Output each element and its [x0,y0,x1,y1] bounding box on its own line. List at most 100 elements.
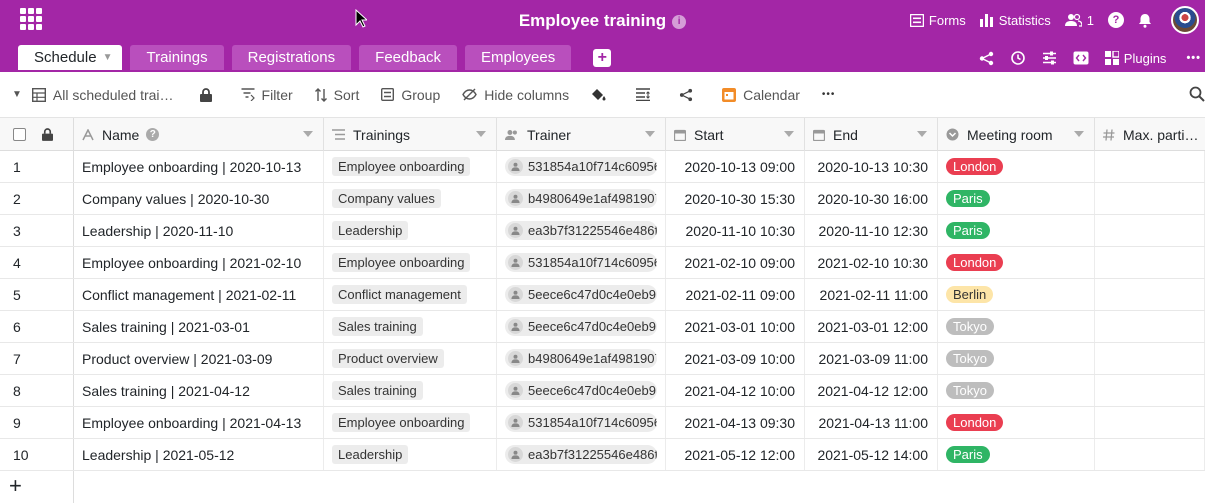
table-row[interactable]: 10 Leadership | 2021-05-12 Leadership ea3b7… [0,439,1205,471]
row-index[interactable]: 4 [0,247,74,278]
cell-meeting-room[interactable]: London [938,407,1095,438]
cell-meeting-room[interactable]: Paris [938,215,1095,246]
cell-trainer[interactable]: b4980649e1af4981907 [497,343,666,374]
column-header-end[interactable]: End [805,118,938,151]
cell-start[interactable]: 2021-03-01 10:00 [666,311,805,342]
view-collapse-icon[interactable]: ▼ [12,89,22,100]
collaborator-pill[interactable]: 531854a10f714c60956 [505,413,657,432]
cell-end[interactable]: 2021-02-11 11:00 [805,279,938,310]
cell-trainings[interactable]: Product overview [324,343,497,374]
table-row[interactable]: 1 Employee onboarding | 2020-10-13 Employe… [0,151,1205,183]
cell-trainings[interactable]: Employee onboarding [324,407,497,438]
table-row[interactable]: 7 Product overview | 2021-03-09 Product ov… [0,343,1205,375]
cell-max-participants[interactable] [1095,279,1205,310]
cell-end[interactable]: 2020-10-13 10:30 [805,151,938,182]
cell-name[interactable]: Sales training | 2021-03-01 [74,311,324,342]
cell-meeting-room[interactable]: Paris [938,439,1095,470]
cell-max-participants[interactable] [1095,311,1205,342]
cell-trainer[interactable]: 531854a10f714c60956 [497,151,666,182]
cell-max-participants[interactable] [1095,215,1205,246]
cell-trainer[interactable]: 5eece6c47d0c4e0eb9 [497,375,666,406]
share-icon[interactable] [979,51,994,66]
cell-meeting-room[interactable]: Berlin [938,279,1095,310]
cell-start[interactable]: 2021-03-09 10:00 [666,343,805,374]
collaborator-pill[interactable]: 5eece6c47d0c4e0eb9 [505,381,657,400]
cell-trainings[interactable]: Sales training [324,375,497,406]
table-row[interactable]: 4 Employee onboarding | 2021-02-10 Employe… [0,247,1205,279]
collaborator-pill[interactable]: 531854a10f714c60956 [505,253,657,272]
cell-max-participants[interactable] [1095,407,1205,438]
info-icon[interactable]: i [672,15,687,29]
hide-columns-button[interactable]: Hide columns [462,87,569,103]
cell-name[interactable]: Leadership | 2021-05-12 [74,439,324,470]
cell-max-participants[interactable] [1095,247,1205,278]
row-index[interactable]: 1 [0,151,74,182]
column-help-icon[interactable]: ? [146,128,160,141]
sort-button[interactable]: Sort [314,87,359,103]
row-index[interactable]: 6 [0,311,74,342]
tab-dropdown-icon[interactable]: ▼ [103,45,113,70]
cell-name[interactable]: Product overview | 2021-03-09 [74,343,324,374]
cell-end[interactable]: 2020-10-30 16:00 [805,183,938,214]
apps-grid-icon[interactable] [20,8,42,30]
cell-name[interactable]: Employee onboarding | 2020-10-13 [74,151,324,182]
tab-trainings[interactable]: Trainings [130,45,224,70]
column-header-start[interactable]: Start [666,118,805,151]
cell-trainer[interactable]: ea3b7f31225546e486f [497,215,666,246]
linked-training-pill[interactable]: Employee onboarding [332,157,471,176]
cell-start[interactable]: 2020-10-13 09:00 [666,151,805,182]
collaborator-pill[interactable]: 5eece6c47d0c4e0eb9 [505,317,657,336]
collaborator-pill[interactable]: ea3b7f31225546e486f [505,221,657,240]
cell-trainings[interactable]: Leadership [324,215,497,246]
notifications-button[interactable] [1138,13,1157,28]
help-button[interactable]: ? [1108,12,1124,28]
table-row[interactable]: 6 Sales training | 2021-03-01 Sales traini… [0,311,1205,343]
row-index[interactable]: 8 [0,375,74,406]
filter-button[interactable]: Filter [241,87,293,103]
column-header-meeting-room[interactable]: Meeting room [938,118,1095,151]
table-row[interactable]: 9 Employee onboarding | 2021-04-13 Employe… [0,407,1205,439]
cell-start[interactable]: 2020-11-10 10:30 [666,215,805,246]
cell-max-participants[interactable] [1095,343,1205,374]
base-title[interactable]: Employee training [519,11,666,30]
statistics-button[interactable]: Statistics [979,13,1051,28]
add-row-icon[interactable]: + [9,475,22,497]
cell-max-participants[interactable] [1095,151,1205,182]
user-avatar[interactable] [1171,6,1199,34]
linked-training-pill[interactable]: Sales training [332,317,423,336]
table-row[interactable]: 5 Conflict management | 2021-02-11 Conflic… [0,279,1205,311]
tab-employees[interactable]: Employees [465,45,572,70]
cell-name[interactable]: Conflict management | 2021-02-11 [74,279,324,310]
linked-training-pill[interactable]: Conflict management [332,285,467,304]
cell-max-participants[interactable] [1095,183,1205,214]
cell-meeting-room[interactable]: Tokyo [938,311,1095,342]
cell-meeting-room[interactable]: Tokyo [938,343,1095,374]
table-row[interactable]: 8 Sales training | 2021-04-12 Sales traini… [0,375,1205,407]
cell-trainings[interactable]: Conflict management [324,279,497,310]
cell-trainer[interactable]: 531854a10f714c60956 [497,407,666,438]
row-index[interactable]: 3 [0,215,74,246]
view-selector[interactable]: All scheduled trai… [31,87,174,103]
linked-training-pill[interactable]: Leadership [332,221,409,240]
row-index[interactable]: 7 [0,343,74,374]
cell-start[interactable]: 2021-02-10 09:00 [666,247,805,278]
collaborator-pill[interactable]: b4980649e1af4981907 [505,189,657,208]
column-menu-icon[interactable] [645,131,655,137]
plugins-button[interactable]: Plugins [1104,51,1166,66]
cell-name[interactable]: Leadership | 2020-11-10 [74,215,324,246]
tab-schedule[interactable]: Schedule ▼ [18,45,123,70]
cell-trainings[interactable]: Employee onboarding [324,151,497,182]
cell-name[interactable]: Employee onboarding | 2021-02-10 [74,247,324,278]
cell-trainings[interactable]: Leadership [324,439,497,470]
cell-trainer[interactable]: 5eece6c47d0c4e0eb9 [497,279,666,310]
column-menu-icon[interactable] [917,131,927,137]
cell-max-participants[interactable] [1095,375,1205,406]
cell-trainer[interactable]: ea3b7f31225546e486f [497,439,666,470]
table-row[interactable]: 2 Company values | 2020-10-30 Company valu… [0,183,1205,215]
forms-button[interactable]: Forms [909,13,966,28]
cell-max-participants[interactable] [1095,439,1205,470]
row-index[interactable]: 9 [0,407,74,438]
tab-feedback[interactable]: Feedback [359,45,458,70]
linked-training-pill[interactable]: Leadership [332,445,409,464]
linked-training-pill[interactable]: Product overview [332,349,444,368]
